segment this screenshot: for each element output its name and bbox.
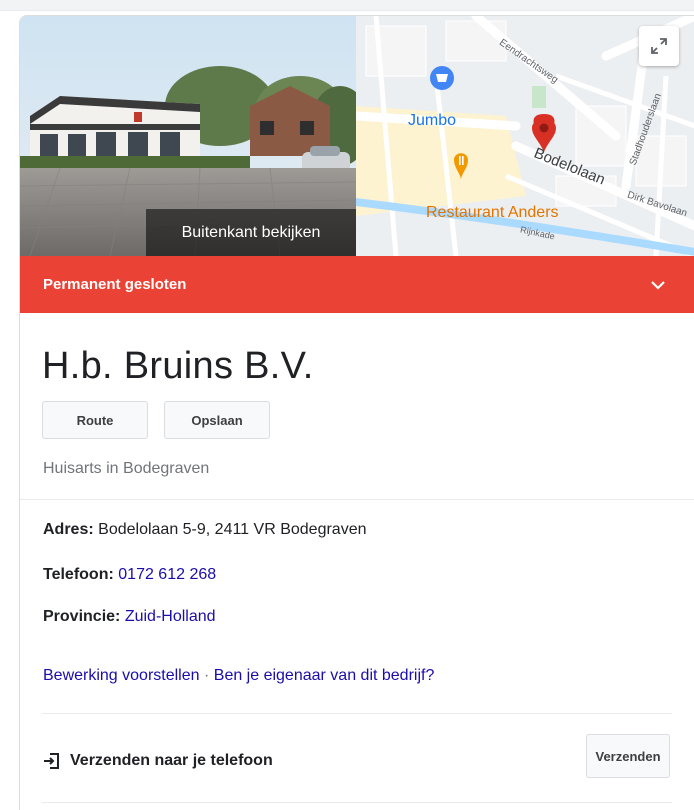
divider [42, 713, 672, 714]
address-label: Adres: [43, 521, 94, 538]
save-button[interactable]: Opslaan [164, 401, 270, 439]
send-to-phone-row: Verzenden naar je telefoon [42, 751, 273, 771]
suggest-edit-link[interactable]: Bewerking voorstellen [43, 667, 200, 684]
top-bar [0, 0, 694, 11]
phone-row: Telefoon: 0172 612 268 [43, 566, 216, 584]
map-label-jumbo: Jumbo [408, 112, 457, 129]
street-view-photo[interactable]: Buitenkant bekijken [20, 16, 356, 256]
send-button[interactable]: Verzenden [586, 734, 670, 778]
route-button[interactable]: Route [42, 401, 148, 439]
claim-business-link[interactable]: Ben je eigenaar van dit bedrijf? [214, 667, 435, 684]
map-thumbnail[interactable]: Jumbo Restaurant Anders Eendrachtsweg Bo… [356, 16, 694, 256]
closed-status-text: Permanent gesloten [43, 276, 187, 293]
business-category: Huisarts in Bodegraven [43, 460, 210, 477]
province-label: Provincie: [43, 608, 121, 625]
province-row: Provincie: Zuid-Holland [43, 608, 216, 626]
chevron-down-icon[interactable] [649, 276, 667, 294]
expand-icon [651, 38, 667, 54]
knowledge-panel: Buitenkant bekijken Jumbo Restaurant And… [19, 15, 694, 810]
map-label-restaurant: Restaurant Anders [426, 204, 559, 221]
send-to-phone-label: Verzenden naar je telefoon [70, 752, 273, 769]
business-name: H.b. Bruins B.V. [42, 345, 314, 387]
address-row: Adres: Bodelolaan 5-9, 2411 VR Bodegrave… [43, 521, 366, 539]
divider [20, 499, 694, 500]
closed-banner[interactable]: Permanent gesloten [20, 256, 694, 313]
expand-map-button[interactable] [639, 26, 679, 66]
phone-label: Telefoon: [43, 566, 114, 583]
view-outside-label[interactable]: Buitenkant bekijken [146, 209, 356, 256]
edit-links: Bewerking voorstellen · Ben je eigenaar … [43, 667, 434, 685]
address-value: Bodelolaan 5-9, 2411 VR Bodegraven [98, 521, 367, 538]
divider [42, 802, 672, 803]
media-header: Buitenkant bekijken Jumbo Restaurant And… [20, 16, 694, 256]
province-link[interactable]: Zuid-Holland [125, 608, 216, 625]
send-to-device-icon [44, 753, 59, 769]
phone-link[interactable]: 0172 612 268 [118, 566, 216, 583]
separator: · [203, 667, 210, 684]
